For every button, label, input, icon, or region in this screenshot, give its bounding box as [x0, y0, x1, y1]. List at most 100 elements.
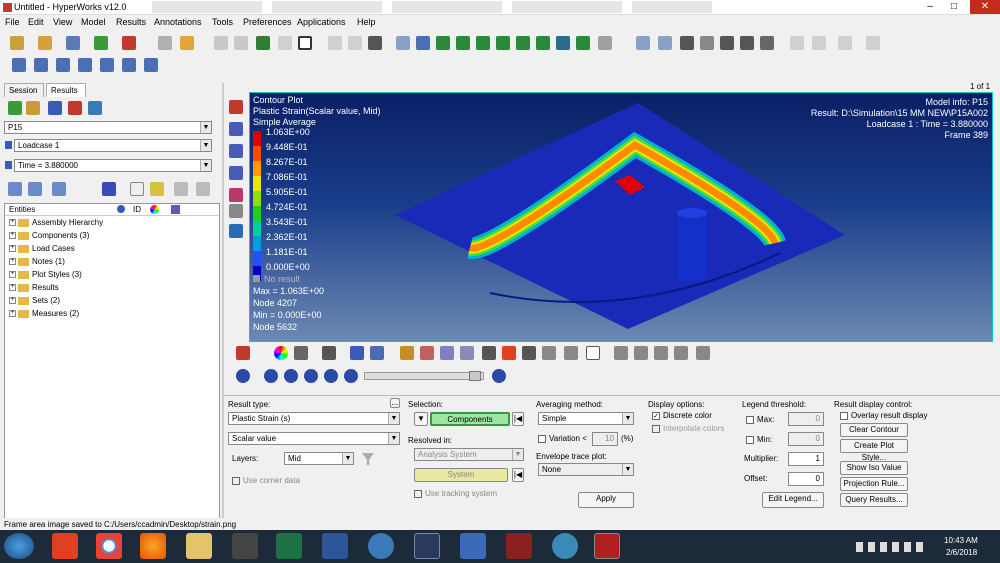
tensor-icon[interactable] [229, 166, 243, 180]
view-yz-left-icon[interactable] [516, 36, 530, 50]
load-results-icon[interactable] [38, 36, 52, 50]
envelope-select[interactable]: None ▼ [538, 463, 634, 476]
apply-button[interactable]: Apply [578, 492, 634, 508]
display-icon-5[interactable] [100, 58, 114, 72]
scalar-select[interactable]: Scalar value ▼ [228, 432, 400, 445]
frame-slider[interactable] [364, 371, 484, 381]
view-yz-right-icon[interactable] [536, 36, 550, 50]
display-icon-2[interactable] [34, 58, 48, 72]
measure-icon[interactable] [229, 204, 243, 218]
col-entities[interactable]: Entities [9, 205, 35, 214]
menu-view[interactable]: View [53, 17, 72, 27]
plot-icon[interactable] [674, 346, 688, 360]
view-xy-bottom-icon[interactable] [456, 36, 470, 50]
variation-input[interactable]: 10 [592, 432, 618, 446]
components-button[interactable]: Components [430, 412, 510, 426]
model-select[interactable]: P15 ▼ [4, 121, 212, 134]
show-iso-value-button[interactable]: Show Iso Value [840, 461, 908, 475]
isolate-icon[interactable] [150, 182, 164, 196]
next-frame-icon[interactable] [324, 369, 338, 383]
camera-icon[interactable] [598, 36, 612, 50]
display-icon-4[interactable] [78, 58, 92, 72]
table-icon[interactable] [654, 346, 668, 360]
previous-frame-icon[interactable] [284, 369, 298, 383]
use-corner-data-checkbox[interactable]: Use corner data [232, 476, 300, 485]
interpolate-colors-checkbox[interactable]: Interpolate colors [652, 424, 724, 433]
resolved-select[interactable]: Analysis System ▼ [414, 448, 524, 461]
video-icon[interactable] [144, 58, 158, 72]
tree-item[interactable]: + Assembly Hierarchy [9, 218, 103, 230]
expand-window-icon[interactable] [348, 36, 362, 50]
tab-results[interactable]: Results [46, 83, 86, 97]
max-threshold-input[interactable]: 0 [788, 412, 824, 426]
add-page-icon[interactable] [256, 36, 270, 50]
synchronize-icon[interactable] [368, 36, 382, 50]
window-icon[interactable] [328, 36, 342, 50]
averaging-select[interactable]: Simple ▼ [538, 412, 634, 425]
feature-icon[interactable] [370, 346, 384, 360]
system-tray-icons[interactable] [856, 542, 926, 552]
query-results-button[interactable]: Query Results... [840, 493, 908, 507]
system-button[interactable]: System [414, 468, 508, 482]
slider-handle[interactable] [469, 371, 481, 381]
multiplier-input[interactable]: 1 [788, 452, 824, 466]
pan-horizontal-icon[interactable] [720, 36, 734, 50]
app-taskbar-icon[interactable] [232, 533, 258, 559]
hyperworks-taskbar-icon[interactable] [594, 533, 620, 559]
mesh-display-icon[interactable] [294, 346, 308, 360]
tree-item[interactable]: + Results [9, 283, 59, 295]
paste-page-icon[interactable] [812, 36, 826, 50]
notes-icon[interactable] [586, 346, 600, 360]
menu-help[interactable]: Help [357, 17, 376, 27]
last-frame-icon[interactable] [344, 369, 358, 383]
selection-dropdown[interactable]: ▼ [414, 412, 428, 426]
reset-selection-button[interactable]: |◀ [512, 412, 524, 426]
page-layout-icon[interactable] [298, 36, 312, 50]
graph-icon[interactable] [696, 346, 710, 360]
use-tracking-checkbox[interactable]: Use tracking system [414, 489, 497, 498]
open-model-icon[interactable] [10, 36, 24, 50]
remote-desktop-taskbar-icon[interactable] [460, 533, 486, 559]
tree-item[interactable]: + Measures (2) [9, 309, 79, 321]
cut-plane-icon[interactable] [482, 346, 496, 360]
entity-type-icon[interactable] [102, 182, 116, 196]
offset-input[interactable]: 0 [788, 472, 824, 486]
vector-icon[interactable] [229, 144, 243, 158]
view-xz-bottom-icon[interactable] [496, 36, 510, 50]
col-id[interactable]: ID [133, 205, 141, 214]
iso-icon-2[interactable] [460, 346, 474, 360]
hotspot-icon[interactable] [502, 346, 516, 360]
matlab-taskbar-icon[interactable] [52, 533, 78, 559]
pan-vertical-icon[interactable] [740, 36, 754, 50]
view-xy-top-icon[interactable] [436, 36, 450, 50]
discrete-color-checkbox[interactable]: ✓ Discrete color [652, 411, 712, 420]
save-session-icon[interactable] [66, 36, 80, 50]
import-icon[interactable] [94, 36, 108, 50]
menu-preferences[interactable]: Preferences [243, 17, 292, 27]
contour-icon[interactable] [229, 100, 243, 114]
tensor-icon-2[interactable] [440, 346, 454, 360]
perspective-icon[interactable] [576, 36, 590, 50]
menu-tools[interactable]: Tools [212, 17, 233, 27]
atom-app-taskbar-icon[interactable] [552, 533, 578, 559]
graphics-viewport[interactable]: Contour Plot Plastic Strain(Scalar value… [249, 92, 993, 342]
create-plot-style-button[interactable]: Create Plot Style... [840, 439, 908, 462]
minimize-button[interactable]: – [922, 0, 938, 14]
model-icon[interactable] [48, 101, 62, 115]
result-type-select[interactable]: Plastic Strain (s) ▼ [228, 412, 400, 425]
measure-icon-2[interactable] [614, 346, 628, 360]
menu-model[interactable]: Model [81, 17, 106, 27]
loadcase-select[interactable]: Loadcase 1 ▼ [14, 139, 212, 152]
show-icon[interactable] [174, 182, 188, 196]
forward-arrow-icon[interactable] [234, 36, 248, 50]
deformed-icon[interactable] [229, 122, 243, 136]
animation-settings-icon[interactable] [492, 369, 506, 383]
tab-session[interactable]: Session [4, 83, 44, 97]
reset-system-button[interactable]: |◀ [512, 468, 524, 482]
filter-icon[interactable] [52, 182, 66, 196]
load-icon[interactable] [26, 101, 40, 115]
previous-view-icon[interactable] [416, 36, 430, 50]
user-icon[interactable] [158, 36, 172, 50]
close-button[interactable]: ✕ [970, 0, 1000, 14]
mesh-icon[interactable] [88, 101, 102, 115]
